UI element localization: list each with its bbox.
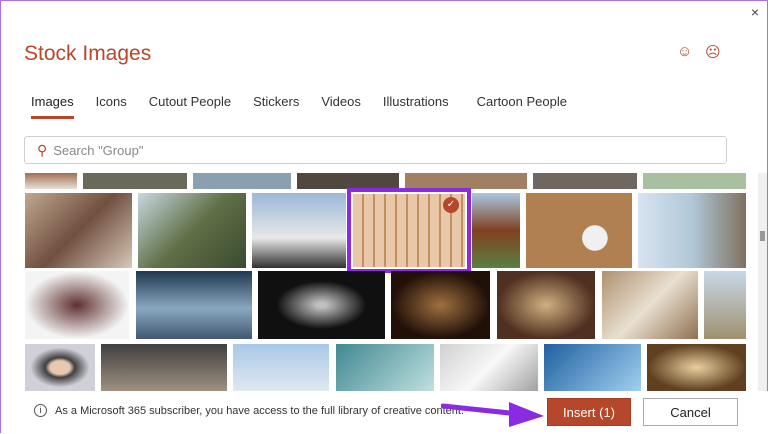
annotation-arrow-icon: [441, 402, 544, 427]
dialog-title: Stock Images: [24, 42, 152, 65]
info-icon: i: [34, 404, 47, 417]
image-tile[interactable]: [233, 344, 329, 391]
search-icon: ⚲: [37, 141, 48, 158]
close-button[interactable]: ×: [751, 4, 759, 20]
info-text: As a Microsoft 365 subscriber, you have …: [55, 404, 465, 417]
smile-feedback-icon[interactable]: ☺: [677, 43, 692, 60]
scrollbar[interactable]: [758, 173, 767, 391]
search-placeholder: Search "Group": [53, 142, 144, 158]
image-tile[interactable]: [440, 344, 538, 391]
subscriber-info: i As a Microsoft 365 subscriber, you hav…: [34, 404, 464, 417]
image-tile[interactable]: [405, 173, 527, 189]
image-tile[interactable]: [472, 193, 520, 268]
footer: i As a Microsoft 365 subscriber, you hav…: [1, 391, 768, 434]
tab-stickers[interactable]: Stickers: [253, 94, 299, 117]
image-tile[interactable]: [602, 271, 698, 339]
image-tile[interactable]: [297, 173, 399, 189]
tab-cutout-people[interactable]: Cutout People: [149, 94, 231, 117]
image-tile[interactable]: [252, 193, 346, 268]
tab-images[interactable]: Images: [31, 94, 74, 119]
image-tile[interactable]: [497, 271, 595, 339]
search-input[interactable]: ⚲ Search "Group": [24, 136, 727, 164]
scrollbar-thumb[interactable]: [760, 231, 765, 241]
image-tile[interactable]: [647, 344, 746, 391]
tab-icons[interactable]: Icons: [96, 94, 127, 117]
image-tile[interactable]: [638, 193, 746, 268]
insert-button[interactable]: Insert (1): [547, 398, 631, 426]
selected-tile-border: ✓: [347, 188, 471, 273]
tab-bar: Images Icons Cutout People Stickers Vide…: [31, 94, 589, 119]
image-grid: ✓: [1, 173, 756, 391]
frown-feedback-icon[interactable]: ☹: [705, 43, 721, 61]
image-tile[interactable]: [336, 344, 434, 391]
cancel-button[interactable]: Cancel: [643, 398, 738, 426]
tab-videos[interactable]: Videos: [321, 94, 361, 117]
tab-illustrations[interactable]: Illustrations: [383, 94, 449, 117]
image-tile[interactable]: [526, 193, 632, 268]
image-tile[interactable]: [643, 173, 746, 189]
image-tile[interactable]: [25, 344, 95, 391]
image-tile[interactable]: [533, 173, 637, 189]
image-tile[interactable]: [83, 173, 187, 189]
image-tile[interactable]: [258, 271, 385, 339]
image-tile[interactable]: [193, 173, 291, 189]
image-tile[interactable]: [544, 344, 641, 391]
image-tile[interactable]: [25, 173, 77, 189]
image-tile[interactable]: [25, 271, 129, 339]
image-tile[interactable]: [25, 193, 132, 268]
image-tile[interactable]: [138, 193, 246, 268]
tab-cartoon-people[interactable]: Cartoon People: [477, 94, 567, 117]
image-tile[interactable]: [391, 271, 490, 339]
image-tile[interactable]: [704, 271, 746, 339]
check-icon: ✓: [443, 197, 459, 213]
image-tile[interactable]: [136, 271, 252, 339]
image-tile[interactable]: [101, 344, 227, 391]
